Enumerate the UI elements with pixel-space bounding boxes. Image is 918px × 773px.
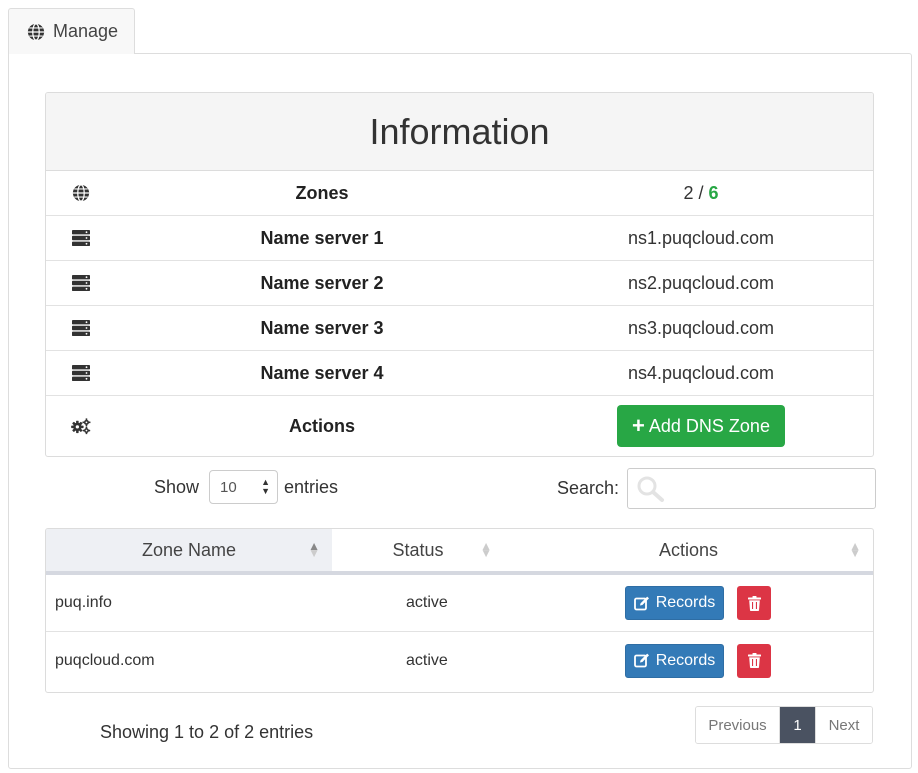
page-length-control: Show 10 ▲ ▼ entries [154,470,338,504]
information-title: Information [46,93,873,171]
table-row: puq.info active Records [46,575,873,632]
info-row-ns1: Name server 1 ns1.puqcloud.com [46,216,873,261]
pagination-page-current[interactable]: 1 [780,707,815,743]
ns3-label: Name server 3 [260,317,384,338]
column-header-status[interactable]: Status ▲ ▼ [332,529,504,571]
delete-button[interactable] [737,643,771,678]
ns4-value: ns4.puqcloud.com [627,362,775,383]
show-label: Show [154,476,200,497]
edit-icon [633,596,650,611]
table-header: Zone Name ▲ ▼ Status ▲ ▼ Actions ▲ ▼ [46,529,873,575]
ns2-value: ns2.puqcloud.com [627,272,775,293]
page-length-select[interactable]: 10 [209,470,279,504]
zones-limit: 6 [708,182,719,203]
ns1-value: ns1.puqcloud.com [627,227,775,248]
ns3-value: ns3.puqcloud.com [627,317,775,338]
table-summary: Showing 1 to 2 of 2 entries [100,722,314,742]
records-label: Records [655,594,716,611]
zone-name: puqcloud.com [55,651,155,669]
sort-icon: ▲ ▼ [849,539,861,560]
search-control: Search: [557,468,877,509]
records-button[interactable]: Records [625,586,724,620]
tab-manage[interactable]: Manage [8,8,135,54]
globe-icon [27,22,45,41]
zone-status: active [406,651,448,669]
zones-count: 2 / 6 [516,182,873,204]
sort-asc-icon: ▲ ▼ [308,539,320,560]
column-label: Actions [658,539,719,560]
zone-name: puq.info [55,594,112,611]
sort-icon: ▲ ▼ [480,539,492,560]
info-row-ns4: Name server 4 ns4.puqcloud.com [46,351,873,396]
add-dns-zone-label: Add DNS Zone [648,415,770,436]
ns1-label: Name server 1 [260,227,384,248]
globe-icon [71,184,91,202]
add-dns-zone-button[interactable]: + Add DNS Zone [617,405,785,447]
actions-label: Actions [288,415,355,436]
server-icon [71,229,91,247]
table-row: puqcloud.com active Records [46,632,873,689]
column-header-actions[interactable]: Actions ▲ ▼ [504,529,873,571]
search-icon [637,476,665,502]
search-label: Search: [557,478,620,498]
column-label: Status [392,539,444,560]
column-label: Zone Name [141,539,237,560]
info-row-actions: Actions + Add DNS Zone [46,396,873,456]
zones-used: 2 [683,182,694,203]
trash-icon [747,653,761,668]
server-icon [71,274,91,292]
information-panel: Information Zones 2 / 6 Name server 1 ns… [45,92,874,457]
records-label: Records [655,651,716,669]
pagination: Previous 1 Next [695,706,873,744]
ns2-label: Name server 2 [260,272,384,293]
info-row-ns2: Name server 2 ns2.puqcloud.com [46,261,873,306]
info-row-ns3: Name server 3 ns3.puqcloud.com [46,306,873,351]
zones-table: Zone Name ▲ ▼ Status ▲ ▼ Actions ▲ ▼ puq.in… [45,528,874,693]
info-row-zones: Zones 2 / 6 [46,171,873,216]
delete-button[interactable] [737,586,771,620]
pagination-previous[interactable]: Previous [696,707,780,743]
server-icon [71,364,91,382]
zones-separator: / [693,182,709,203]
zone-status: active [406,594,448,611]
server-icon [71,319,91,337]
tab-label: Manage [53,21,119,41]
entries-label: entries [284,476,339,497]
plus-icon: + [632,413,645,438]
edit-icon [633,653,650,668]
column-header-zone-name[interactable]: Zone Name ▲ ▼ [46,529,332,571]
ns4-label: Name server 4 [260,362,384,383]
pagination-next[interactable]: Next [815,707,872,743]
records-button[interactable]: Records [625,643,724,678]
trash-icon [747,595,761,611]
gears-icon [71,417,91,435]
zones-label: Zones [295,182,349,203]
